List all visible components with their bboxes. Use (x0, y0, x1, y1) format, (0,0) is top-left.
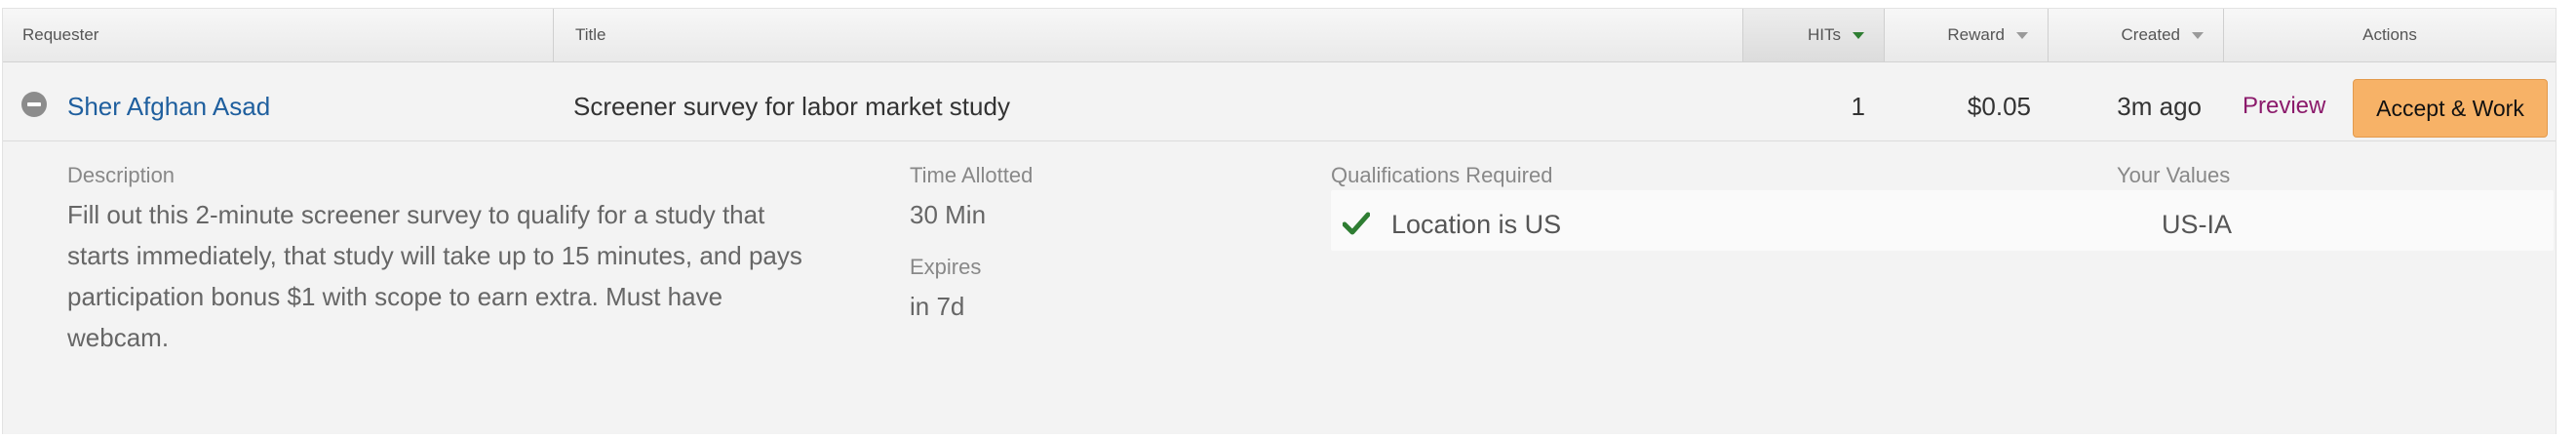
column-header-reward[interactable]: Reward (1885, 9, 2049, 61)
reward-value: $0.05 (1967, 92, 2031, 121)
column-header-title[interactable]: Title (554, 9, 1743, 61)
qualifications-label: Qualifications Required (1331, 163, 1553, 187)
hits-count: 1 (1851, 92, 1865, 121)
accept-and-work-button[interactable]: Accept & Work (2353, 79, 2548, 138)
table-header: Requester Title HITs Reward Created Acti… (3, 9, 2556, 62)
description-line: webcam. (67, 323, 170, 352)
hit-table: Requester Title HITs Reward Created Acti… (2, 8, 2556, 434)
table-row: Sher Afghan Asad Screener survey for lab… (3, 62, 2556, 141)
time-allotted-label: Time Allotted (910, 163, 1034, 187)
preview-link[interactable]: Preview (2243, 93, 2325, 120)
column-header-requester[interactable]: Requester (3, 9, 554, 61)
sort-desc-icon (1853, 31, 1864, 39)
time-allotted-value: 30 Min (910, 200, 987, 229)
requester-link[interactable]: Sher Afghan Asad (67, 92, 270, 122)
column-header-hits[interactable]: HITs (1743, 9, 1885, 61)
column-header-reward-label: Reward (1947, 25, 2005, 44)
collapse-icon[interactable] (21, 92, 47, 117)
sort-caret-icon (2192, 31, 2204, 39)
description-line: starts immediately, that study will take… (67, 241, 802, 270)
description-label: Description (67, 163, 176, 187)
checkmark-icon (1343, 212, 1370, 235)
description-line: Fill out this 2-minute screener survey t… (67, 200, 765, 229)
column-header-created[interactable]: Created (2049, 9, 2224, 61)
expires-label: Expires (910, 255, 982, 279)
column-header-actions-label: Actions (2362, 25, 2417, 44)
created-time: 3m ago (2117, 92, 2202, 121)
sort-caret-icon (2016, 31, 2028, 39)
description-line: participation bonus $1 with scope to ear… (67, 282, 723, 311)
your-values-label: Your Values (2117, 163, 2231, 187)
expires-value: in 7d (910, 292, 965, 321)
column-header-created-label: Created (2121, 25, 2180, 44)
qualification-your-value: US-IA (2162, 210, 2233, 239)
hit-title: Screener survey for labor market study (573, 92, 1010, 121)
column-header-actions: Actions (2224, 9, 2556, 61)
qualification-name: Location is US (1391, 210, 1562, 239)
column-header-requester-label: Requester (22, 25, 99, 44)
column-header-hits-label: HITs (1808, 25, 1841, 44)
description-text: Fill out this 2-minute screener survey t… (67, 194, 802, 358)
column-header-title-label: Title (575, 25, 606, 44)
